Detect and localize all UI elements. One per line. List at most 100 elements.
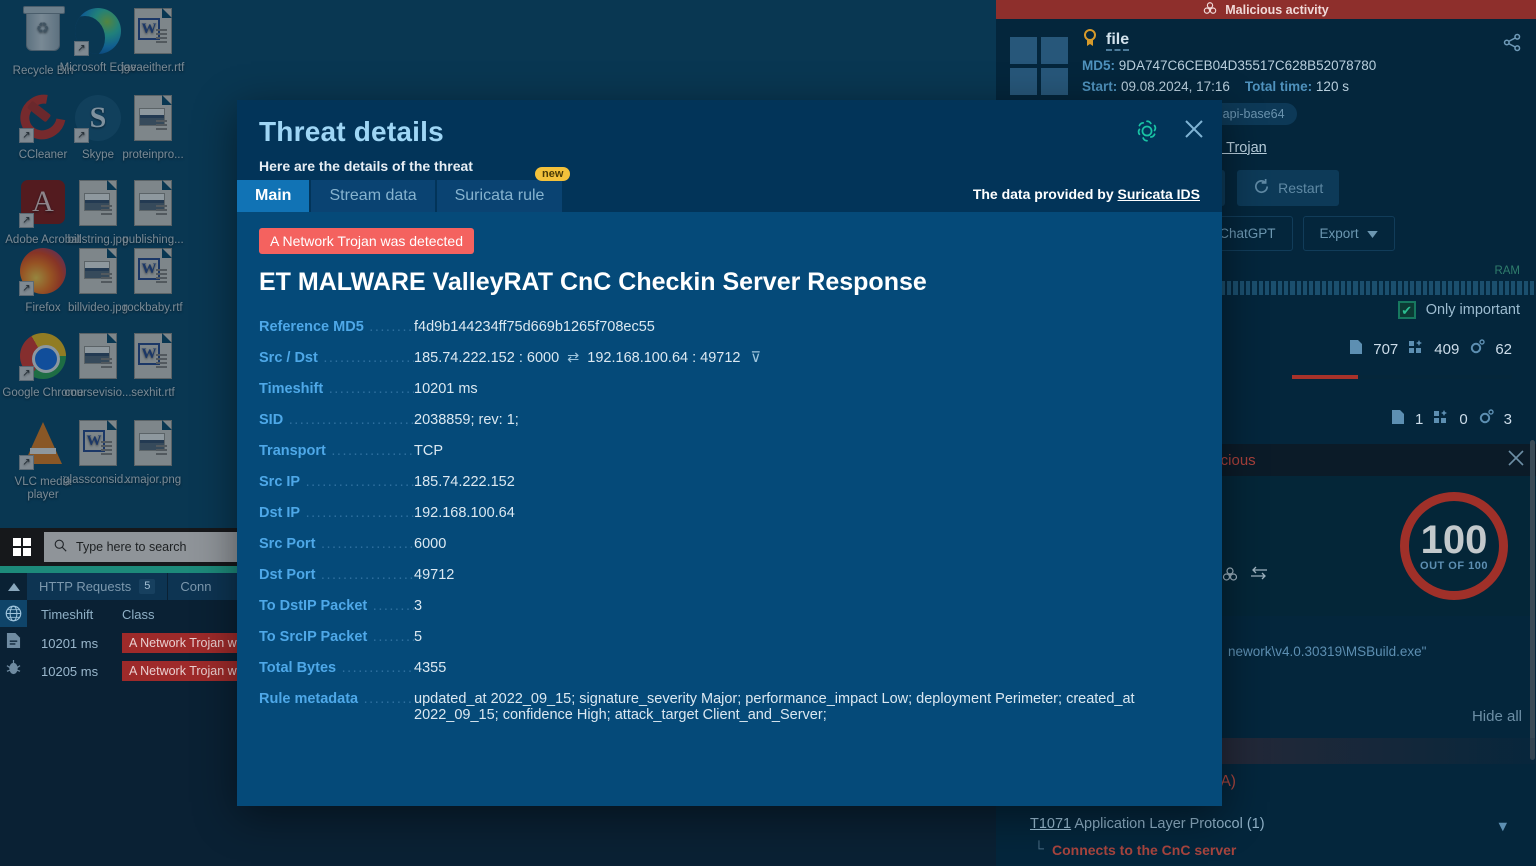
shortcut-overlay-icon: ↗ — [74, 41, 89, 56]
panel-icon-rail[interactable] — [0, 573, 27, 866]
detail-key: Src IP .................................… — [259, 474, 414, 490]
detail-leader-dots: ........................................ — [320, 567, 414, 583]
image-icon — [129, 180, 177, 228]
meter-bar — [1530, 281, 1535, 295]
meter-bar — [1485, 281, 1491, 295]
meter-bar — [1315, 281, 1320, 295]
meter-bar — [1466, 281, 1472, 295]
provider-link[interactable]: Suricata IDS — [1118, 186, 1200, 202]
detection-chip: A Network Trojan was detected — [259, 228, 474, 254]
process-progress-track — [1292, 375, 1512, 379]
shortcut-overlay-icon: ↗ — [19, 213, 34, 228]
registry-icon — [1408, 339, 1424, 359]
meter-bar — [1422, 281, 1428, 295]
tab-main[interactable]: Main — [237, 180, 312, 212]
process-registry-count: 0 — [1459, 410, 1468, 428]
image-icon — [129, 95, 177, 143]
malicious-card-icons — [1222, 566, 1268, 587]
sample-title-row: file — [1082, 29, 1522, 52]
sample-tag[interactable]: api-base64 — [1210, 103, 1297, 125]
md5-label: MD5: — [1082, 58, 1115, 73]
shortcut-overlay-icon: ↗ — [19, 281, 34, 296]
restart-label: Restart — [1278, 180, 1324, 196]
new-badge: new — [535, 167, 571, 181]
meter-bar — [1517, 281, 1522, 295]
detail-row: To SrcIP Packet ........................… — [259, 629, 1200, 645]
desktop-icon-rockbaby-rtf[interactable]: Wrockbaby.rtf — [110, 248, 196, 315]
sample-time-row: Start: 09.08.2024, 17:16 Total time: 120… — [1082, 79, 1522, 94]
detail-value: 49712 — [414, 567, 455, 583]
dialog-header-actions[interactable] — [1134, 118, 1204, 144]
process-stats: 707 409 62 — [1349, 339, 1512, 359]
desktop-icon-label: xmajor.png — [124, 474, 182, 486]
sample-header: file MD5: 9DA747C6CEB04D35517C628B520787… — [996, 19, 1536, 95]
meter-bar — [1511, 281, 1516, 295]
network-arrows-icon — [1250, 566, 1268, 587]
windows-start-icon[interactable] — [0, 528, 44, 566]
detail-row: Transport ..............................… — [259, 443, 1200, 459]
close-icon[interactable] — [1508, 450, 1524, 470]
detail-value: f4d9b144234ff75d669b1265f708ec55 — [414, 319, 655, 335]
tab-suricata-rule[interactable]: Suricata rule new — [436, 167, 571, 212]
desktop-icon-proteinpro[interactable]: proteinpro... — [110, 95, 196, 162]
meter-bar — [1264, 281, 1270, 295]
detail-src: 185.74.222.152 : 6000 — [414, 350, 560, 366]
only-important-checkbox[interactable]: ✔ — [1397, 301, 1416, 319]
share-icon[interactable] — [1503, 33, 1522, 57]
desktop-icon-publishing[interactable]: publishing... — [110, 180, 196, 247]
restart-button[interactable]: Restart — [1237, 170, 1340, 206]
collapse-arrow-icon[interactable] — [0, 573, 27, 600]
process-module-count: 3 — [1503, 410, 1512, 428]
detail-leader-dots: ........................................ — [305, 474, 414, 490]
meter-bar — [1321, 281, 1327, 295]
waveform-icon[interactable]: ⊽ — [751, 350, 762, 366]
desktop-icon-label: publishing... — [122, 234, 184, 246]
meter-bar — [1498, 281, 1503, 295]
bottom-tab-http-requests[interactable]: HTTP Requests 5 — [27, 573, 169, 600]
meter-bar — [1448, 281, 1453, 295]
ram-label: RAM — [1494, 265, 1520, 277]
tab-stream-data[interactable]: Stream data — [311, 180, 437, 212]
dialog-subtitle: Here are the details of the threat — [259, 158, 473, 174]
dialog-tabs[interactable]: Main Stream data Suricata rule new — [237, 167, 571, 212]
detail-leader-dots: ........................................ — [372, 629, 414, 645]
meter-bar — [1277, 281, 1282, 295]
file-icon — [1349, 339, 1363, 359]
mitre-technique-id[interactable]: T1071 — [1030, 816, 1071, 832]
chevron-down-icon[interactable]: ▼ — [1496, 819, 1510, 835]
bug-icon[interactable] — [0, 654, 27, 681]
sample-md5-row: MD5: 9DA747C6CEB04D35517C628B52078780 — [1082, 58, 1522, 73]
detail-leader-dots: ........................................ — [369, 319, 414, 335]
export-label: Export — [1319, 226, 1359, 241]
malicious-score-card: licious 100 OUT OF 100 — [1202, 444, 1536, 616]
search-icon — [54, 539, 67, 555]
desktop-icon-xmajor-png[interactable]: xmajor.png — [110, 420, 196, 487]
network-globe-icon[interactable] — [0, 600, 27, 627]
meter-bar — [1429, 281, 1434, 295]
bottom-tab-count: 5 — [139, 579, 156, 594]
meter-bar — [1403, 281, 1409, 295]
openai-icon[interactable] — [1134, 118, 1160, 144]
meter-bar — [1302, 281, 1308, 295]
detail-value: 185.74.222.152 : 6000 ⇄ 192.168.100.64 : 4… — [414, 350, 1200, 366]
mitre-technique-row[interactable]: T1071 Application Layer Protocol (1) ▼ C… — [1030, 816, 1520, 858]
detail-key: Src Port ...............................… — [259, 536, 414, 552]
export-button[interactable]: Export — [1302, 216, 1395, 251]
files-icon[interactable] — [0, 627, 27, 654]
shortcut-overlay-icon: ↗ — [19, 366, 34, 381]
meter-bar — [1523, 281, 1529, 295]
column-timeshift: Timeshift — [41, 606, 94, 622]
close-icon[interactable] — [1184, 119, 1204, 143]
desktop-icon-sexhit-rtf[interactable]: Wsexhit.rtf — [110, 333, 196, 400]
right-panel-scrollbar[interactable] — [1530, 440, 1535, 760]
meter-bar — [1239, 281, 1244, 295]
detail-row: SID ....................................… — [259, 412, 1200, 428]
row-timeshift: 10201 ms — [41, 635, 99, 651]
desktop-icon-javaeither-rtf[interactable]: Wjavaeither.rtf — [110, 8, 196, 75]
mitre-technique-name: Application Layer Protocol (1) — [1074, 816, 1265, 832]
meter-bar — [1252, 281, 1257, 295]
hide-all-button[interactable]: Hide all — [1472, 708, 1522, 725]
process-files-count: 707 — [1373, 340, 1399, 358]
refresh-icon — [1253, 178, 1270, 198]
image-icon — [129, 420, 177, 468]
